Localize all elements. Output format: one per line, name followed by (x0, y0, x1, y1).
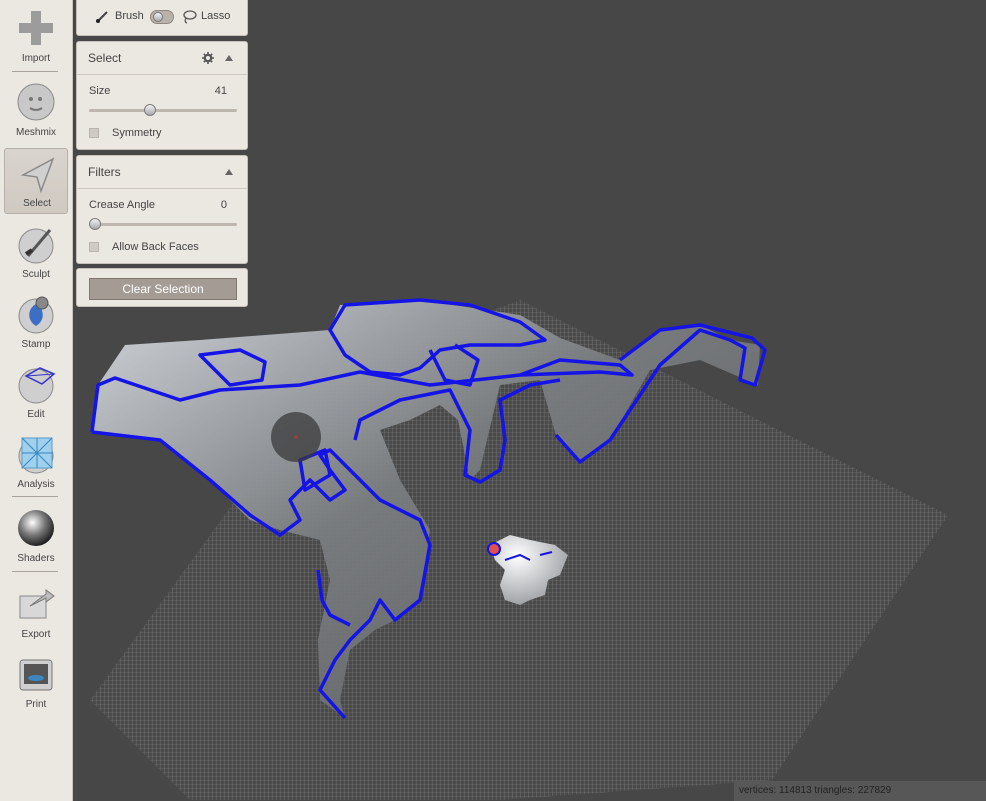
tool-export[interactable]: Export (4, 578, 68, 644)
stamp-icon (18, 296, 54, 334)
tool-select[interactable]: Select (4, 148, 68, 214)
shaders-icon (18, 510, 54, 546)
collapse-triangle-icon[interactable] (225, 169, 233, 175)
tool-label: Analysis (17, 479, 55, 490)
size-label: Size (89, 85, 111, 97)
analysis-icon (18, 437, 54, 474)
crease-angle-slider-thumb[interactable] (89, 218, 101, 230)
tool-label: Print (25, 699, 47, 710)
size-slider[interactable] (89, 104, 237, 116)
tool-label: Meshmix (15, 127, 56, 138)
tool-label: Edit (27, 409, 45, 420)
tool-import[interactable]: Import (4, 2, 68, 68)
lasso-mode-label[interactable]: Lasso (201, 10, 230, 22)
clear-selection-button[interactable]: Clear Selection (89, 278, 237, 300)
select-arrow-icon (20, 157, 55, 194)
size-slider-thumb[interactable] (143, 104, 156, 116)
plus-icon (19, 11, 53, 45)
tool-edit[interactable]: Edit (4, 358, 68, 424)
collapse-triangle-icon[interactable] (225, 55, 233, 61)
select-panel: Select Size 41 Symmetry (76, 41, 248, 150)
actions-panel: Clear Selection (76, 268, 248, 307)
tool-label: Stamp (21, 339, 51, 350)
tool-print[interactable]: Print (4, 648, 68, 714)
select-panel-title: Select (88, 51, 122, 65)
tool-stamp[interactable]: Stamp (4, 288, 68, 354)
export-icon (19, 589, 55, 619)
lasso-icon (183, 10, 197, 24)
brush-cursor-center (294, 435, 298, 439)
tool-label: Export (21, 629, 51, 640)
symmetry-label: Symmetry (112, 127, 162, 139)
filters-panel: Filters Crease Angle 0 Allow Back Faces (76, 155, 248, 264)
selection-mode-panel: Brush Lasso (76, 0, 248, 36)
tool-label: Shaders (17, 553, 55, 564)
gear-icon[interactable] (202, 52, 214, 64)
toolbar-divider (12, 71, 58, 72)
allow-back-faces-label: Allow Back Faces (112, 241, 199, 253)
brush-icon (18, 228, 54, 264)
filters-panel-title: Filters (88, 165, 121, 179)
brush-icon (96, 11, 108, 23)
tool-label: Import (21, 53, 51, 64)
mesh-stats-status: vertices: 114813 triangles: 227829 (734, 781, 986, 801)
mode-toggle-knob (153, 12, 163, 22)
select-panel-header[interactable]: Select (77, 42, 247, 75)
printer-icon (19, 659, 53, 691)
edit-icon (18, 367, 56, 404)
left-toolbar: Import Meshmix Select Sculpt Stamp Edit … (0, 0, 73, 801)
symmetry-checkbox[interactable] (89, 128, 99, 138)
tool-shaders[interactable]: Shaders (4, 502, 68, 568)
allow-back-faces-checkbox[interactable] (89, 242, 99, 252)
tool-analysis[interactable]: Analysis (4, 428, 68, 494)
tool-meshmix[interactable]: Meshmix (4, 76, 68, 142)
toolbar-divider (12, 496, 58, 497)
size-value: 41 (214, 85, 227, 97)
crease-angle-slider[interactable] (89, 218, 237, 230)
tool-sculpt[interactable]: Sculpt (4, 218, 68, 284)
size-row: Size 41 (89, 85, 235, 97)
toolbar-divider (12, 571, 58, 572)
crease-angle-value: 0 (220, 199, 227, 211)
crease-angle-label: Crease Angle (89, 199, 156, 211)
crease-angle-row: Crease Angle 0 (89, 199, 235, 211)
mode-toggle[interactable] (150, 10, 174, 24)
filters-panel-header[interactable]: Filters (77, 156, 247, 189)
brush-mode-label[interactable]: Brush (115, 10, 144, 22)
tool-label: Sculpt (22, 269, 50, 280)
tool-label: Select (23, 198, 51, 209)
meshmix-icon (17, 83, 55, 121)
